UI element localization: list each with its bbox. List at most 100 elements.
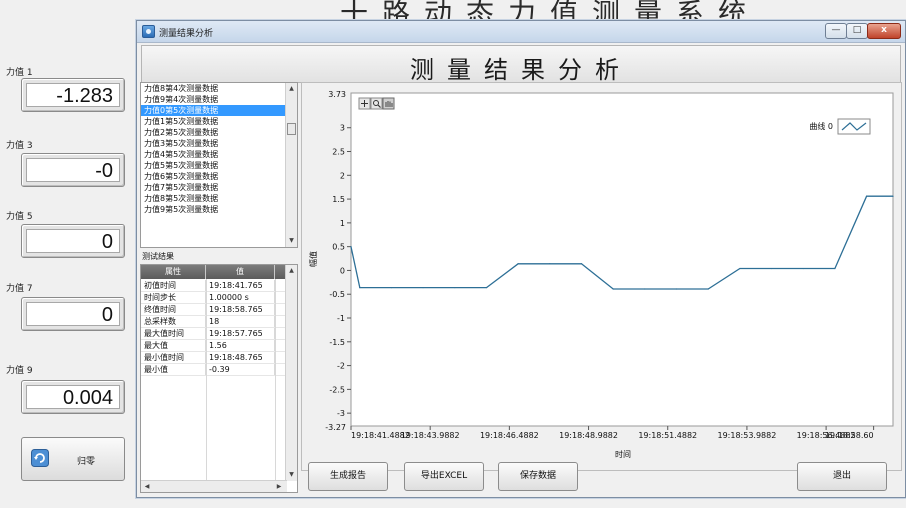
scroll-up-arrow[interactable]: ▲ xyxy=(286,83,297,95)
x-tick-label: 19:18:43.9882 xyxy=(401,431,460,440)
data-point xyxy=(834,267,836,270)
y-tick-label: 1 xyxy=(340,219,345,228)
scroll-thumb[interactable] xyxy=(287,123,296,135)
x-tick-label: 19:18:58.60 xyxy=(825,431,874,440)
heading-bar: 测量结果分析 xyxy=(141,45,901,84)
x-tick-label: 19:18:53.9882 xyxy=(717,431,776,440)
scroll-right-arrow[interactable]: ▶ xyxy=(273,481,285,492)
list-item[interactable]: 力值8第4次测量数据 xyxy=(141,83,297,94)
table-cell-value: 19:18:57.765 xyxy=(206,328,275,339)
data-point xyxy=(644,288,646,290)
force-9-label: 力值 9 xyxy=(6,366,33,376)
table-row[interactable]: 终值时间 19:18:58.765 xyxy=(141,304,287,316)
data-point xyxy=(802,267,804,270)
table-row[interactable]: 最小值时间 19:18:48.765 xyxy=(141,352,287,364)
list-item[interactable]: 力值9第5次测量数据 xyxy=(141,204,297,215)
exit-button[interactable]: 退出 xyxy=(797,462,887,491)
table-row[interactable]: 最大值时间 19:18:57.765 xyxy=(141,328,287,340)
table-vertical-scrollbar[interactable]: ▲ ▼ xyxy=(285,265,297,481)
force-5-value: 0 xyxy=(26,229,120,253)
window-titlebar[interactable]: 测量结果分析 — □ x xyxy=(137,21,905,43)
app-icon xyxy=(142,25,155,38)
data-point xyxy=(739,267,741,270)
refresh-icon xyxy=(31,449,49,467)
list-item[interactable]: 力值6第5次测量数据 xyxy=(141,171,297,182)
results-table: 属性 值 初值时间 19:18:41.765 时间步长 1.00000 s 终值时间 19… xyxy=(140,264,298,493)
table-row[interactable]: 最小值 -0.39 xyxy=(141,364,287,376)
measurement-list[interactable]: 力值8第4次测量数据 力值9第4次测量数据 力值0第5次测量数据 力值1第5次测量数据… xyxy=(140,82,298,248)
generate-report-button[interactable]: 生成报告 xyxy=(308,462,388,491)
scroll-left-arrow[interactable]: ◀ xyxy=(141,481,153,492)
x-tick-label: 19:18:51.4882 xyxy=(638,431,697,440)
list-item[interactable]: 力值2第5次测量数据 xyxy=(141,127,297,138)
data-point xyxy=(454,286,456,289)
column-header-value[interactable]: 值 xyxy=(206,265,275,279)
data-point xyxy=(675,288,678,290)
data-point xyxy=(892,195,894,197)
waveform-chart: -3-2.5-2-1.5-1-0.500.511.522.53 19:18:41… xyxy=(308,90,894,459)
list-scrollbar[interactable]: ▲ ▼ xyxy=(285,83,297,247)
minimize-button[interactable]: — xyxy=(825,23,847,39)
scroll-down-arrow[interactable]: ▼ xyxy=(286,235,297,247)
y-tick-label: -1.5 xyxy=(329,338,345,347)
y-tick-label: -0.5 xyxy=(329,290,345,299)
force-3-display: -0 xyxy=(21,153,125,187)
list-item[interactable]: 力值7第5次测量数据 xyxy=(141,182,297,193)
data-point xyxy=(612,288,614,290)
list-item[interactable]: 力值5第5次测量数据 xyxy=(141,160,297,171)
window-title: 测量结果分析 xyxy=(159,29,214,39)
column-divider xyxy=(275,279,276,480)
list-item[interactable]: 力值8第5次测量数据 xyxy=(141,193,297,204)
list-item[interactable]: 力值3第5次测量数据 xyxy=(141,138,297,149)
column-header-property[interactable]: 属性 xyxy=(141,265,206,279)
data-point xyxy=(865,195,868,197)
list-item[interactable]: 力值0第5次测量数据 xyxy=(141,105,297,116)
force-1-value: -1.283 xyxy=(26,83,120,107)
data-point xyxy=(549,263,551,265)
table-cell-value: 19:18:41.765 xyxy=(206,280,275,291)
list-item[interactable]: 力值9第4次测量数据 xyxy=(141,94,297,105)
table-cell-property: 初值时间 xyxy=(141,280,206,291)
table-row[interactable]: 最大值 1.56 xyxy=(141,340,287,352)
data-point xyxy=(770,267,773,270)
data-point xyxy=(350,246,352,248)
result-analysis-window: 测量结果分析 — □ x 测量结果分析 力值8第4次测量数据 力值9第4次测量数据… xyxy=(136,20,906,498)
legend-series-name: 曲线 0 xyxy=(809,121,833,131)
zero-button[interactable]: 归零 xyxy=(21,437,125,481)
y-tick-label: 2.5 xyxy=(332,148,345,157)
x-tick-label: 19:18:48.9882 xyxy=(559,431,618,440)
data-point xyxy=(422,286,424,289)
data-point xyxy=(485,286,488,289)
y-tick-label: -3 xyxy=(337,409,345,418)
table-horizontal-scrollbar[interactable]: ◀ ▶ xyxy=(141,480,287,492)
table-cell-property: 时间步长 xyxy=(141,292,206,303)
table-cell-property: 最大值时间 xyxy=(141,328,206,339)
force-1-display: -1.283 xyxy=(21,78,125,112)
list-item[interactable]: 力值1第5次测量数据 xyxy=(141,116,297,127)
x-tick-label: 19:18:46.4882 xyxy=(480,431,539,440)
save-data-button[interactable]: 保存数据 xyxy=(498,462,578,491)
y-min-label: -3.27 xyxy=(325,423,346,432)
y-tick-label: -2 xyxy=(337,362,345,371)
force-7-label: 力值 7 xyxy=(6,284,33,294)
force-9-value: 0.004 xyxy=(26,385,120,409)
list-item[interactable]: 力值4第5次测量数据 xyxy=(141,149,297,160)
data-point xyxy=(707,288,709,290)
table-cell-value: 1.56 xyxy=(206,340,275,351)
force-5-display: 0 xyxy=(21,224,125,258)
scroll-up-arrow[interactable]: ▲ xyxy=(286,265,297,277)
data-point xyxy=(359,286,361,289)
force-3-label: 力值 3 xyxy=(6,141,33,151)
table-row[interactable]: 时间步长 1.00000 s xyxy=(141,292,287,304)
close-button[interactable]: x xyxy=(867,23,901,39)
scroll-down-arrow[interactable]: ▼ xyxy=(286,469,297,481)
maximize-button[interactable]: □ xyxy=(846,23,868,39)
y-tick-label: 1.5 xyxy=(332,195,345,204)
force-7-value: 0 xyxy=(26,302,120,326)
export-excel-button[interactable]: 导出EXCEL xyxy=(404,462,484,491)
table-row[interactable]: 总采样数 18 xyxy=(141,316,287,328)
y-tick-label: 0.5 xyxy=(332,243,345,252)
table-row[interactable]: 初值时间 19:18:41.765 xyxy=(141,280,287,292)
y-tick-label: 2 xyxy=(340,171,345,180)
graph-palette xyxy=(358,97,395,110)
